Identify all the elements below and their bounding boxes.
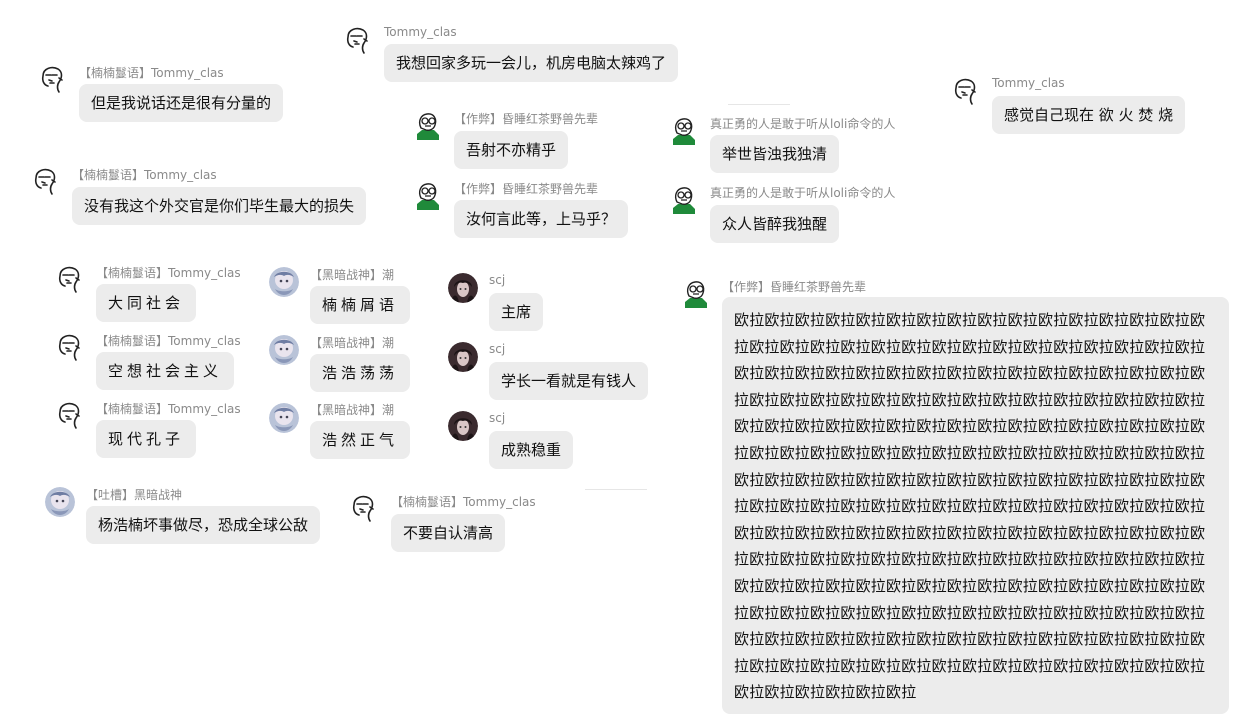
sketch-face-icon[interactable] [349,493,379,523]
sender-name[interactable]: 【楠楠鬘语】Tommy_clas [79,64,224,81]
sender-name[interactable]: 真正勇的人是敢于听从loli命令的人 [710,184,895,201]
sketch-face-icon[interactable] [55,264,85,294]
anime-girl-avatar[interactable] [269,403,299,433]
glasses-man-icon[interactable] [669,184,699,214]
message-bubble[interactable]: 杨浩楠坏事做尽，恐成全球公敌 [86,506,321,544]
sender-name[interactable]: 【黑暗战神】潮 [310,334,394,351]
sender-name[interactable]: 【楠楠鬘语】Tommy_clas [72,166,217,183]
message-bubble[interactable]: 楠楠屑语 [310,286,411,324]
message-bubble[interactable]: 但是我说话还是很有分量的 [79,84,284,122]
sender-name[interactable]: 【作弊】昏睡红茶野兽先辈 [722,278,866,295]
sketch-face-icon[interactable] [31,166,61,196]
message-bubble[interactable]: 汝何言此等，上马乎？ [454,200,629,238]
glasses-man-icon[interactable] [413,110,443,140]
sketch-face-icon[interactable] [55,332,85,362]
sender-name[interactable]: 【楠楠鬘语】Tommy_clas [391,493,536,510]
sender-name[interactable]: 【吐槽】黑暗战神 [86,486,182,503]
message-bubble[interactable]: 主席 [489,293,544,331]
message-bubble[interactable]: 空想社会主义 [96,352,235,390]
glasses-man-icon[interactable] [681,278,711,308]
anime-girl-avatar[interactable] [269,267,299,297]
message-bubble[interactable]: 没有我这个外交官是你们毕生最大的损失 [72,187,367,225]
sender-name[interactable]: scj [489,411,505,425]
sender-name[interactable]: Tommy_clas [384,25,457,39]
message-bubble[interactable]: 我想回家多玩一会儿，机房电脑太辣鸡了 [384,44,679,82]
message-bubble[interactable]: 学长一看就是有钱人 [489,362,649,400]
sender-name[interactable]: 【作弊】昏睡红茶野兽先辈 [454,110,598,127]
sender-name[interactable]: 【黑暗战神】潮 [310,401,394,418]
separator-line [728,104,790,105]
message-bubble[interactable]: 举世皆浊我独清 [710,135,840,173]
sender-name[interactable]: 【楠楠鬘语】Tommy_clas [96,264,241,281]
sender-name[interactable]: Tommy_clas [992,76,1065,90]
message-bubble[interactable]: 浩然正气 [310,421,411,459]
sender-name[interactable]: scj [489,273,505,287]
dark-hair-avatar[interactable] [448,342,478,372]
message-bubble[interactable]: 现代孔子 [96,420,197,458]
sender-name[interactable]: scj [489,342,505,356]
message-bubble[interactable]: 大同社会 [96,284,197,322]
sketch-face-icon[interactable] [343,25,373,55]
message-bubble[interactable]: 欧拉欧拉欧拉欧拉欧拉欧拉欧拉欧拉欧拉欧拉欧拉欧拉欧拉欧拉欧拉欧拉欧拉欧拉欧拉欧拉… [722,297,1229,714]
dark-hair-avatar[interactable] [448,411,478,441]
glasses-man-icon[interactable] [669,115,699,145]
sender-name[interactable]: 【作弊】昏睡红茶野兽先辈 [454,180,598,197]
sketch-face-icon[interactable] [951,76,981,106]
sender-name[interactable]: 【楠楠鬘语】Tommy_clas [96,400,241,417]
message-bubble[interactable]: 感觉自己现在 欲 火 焚 烧 [992,96,1186,134]
message-bubble[interactable]: 不要自认清高 [391,514,506,552]
anime-girl-avatar[interactable] [269,335,299,365]
sender-name[interactable]: 【楠楠鬘语】Tommy_clas [96,332,241,349]
sketch-face-icon[interactable] [55,400,85,430]
message-bubble[interactable]: 吾射不亦精乎 [454,131,569,169]
sender-name[interactable]: 【黑暗战神】潮 [310,266,394,283]
message-bubble[interactable]: 浩浩荡荡 [310,354,411,392]
separator-line [585,489,647,490]
message-bubble[interactable]: 众人皆醉我独醒 [710,205,840,243]
message-bubble[interactable]: 成熟稳重 [489,431,574,469]
glasses-man-icon[interactable] [413,180,443,210]
sketch-face-icon[interactable] [38,64,68,94]
sender-name[interactable]: 真正勇的人是敢于听从loli命令的人 [710,115,895,132]
dark-hair-avatar[interactable] [448,273,478,303]
anime-girl-avatar[interactable] [45,487,75,517]
